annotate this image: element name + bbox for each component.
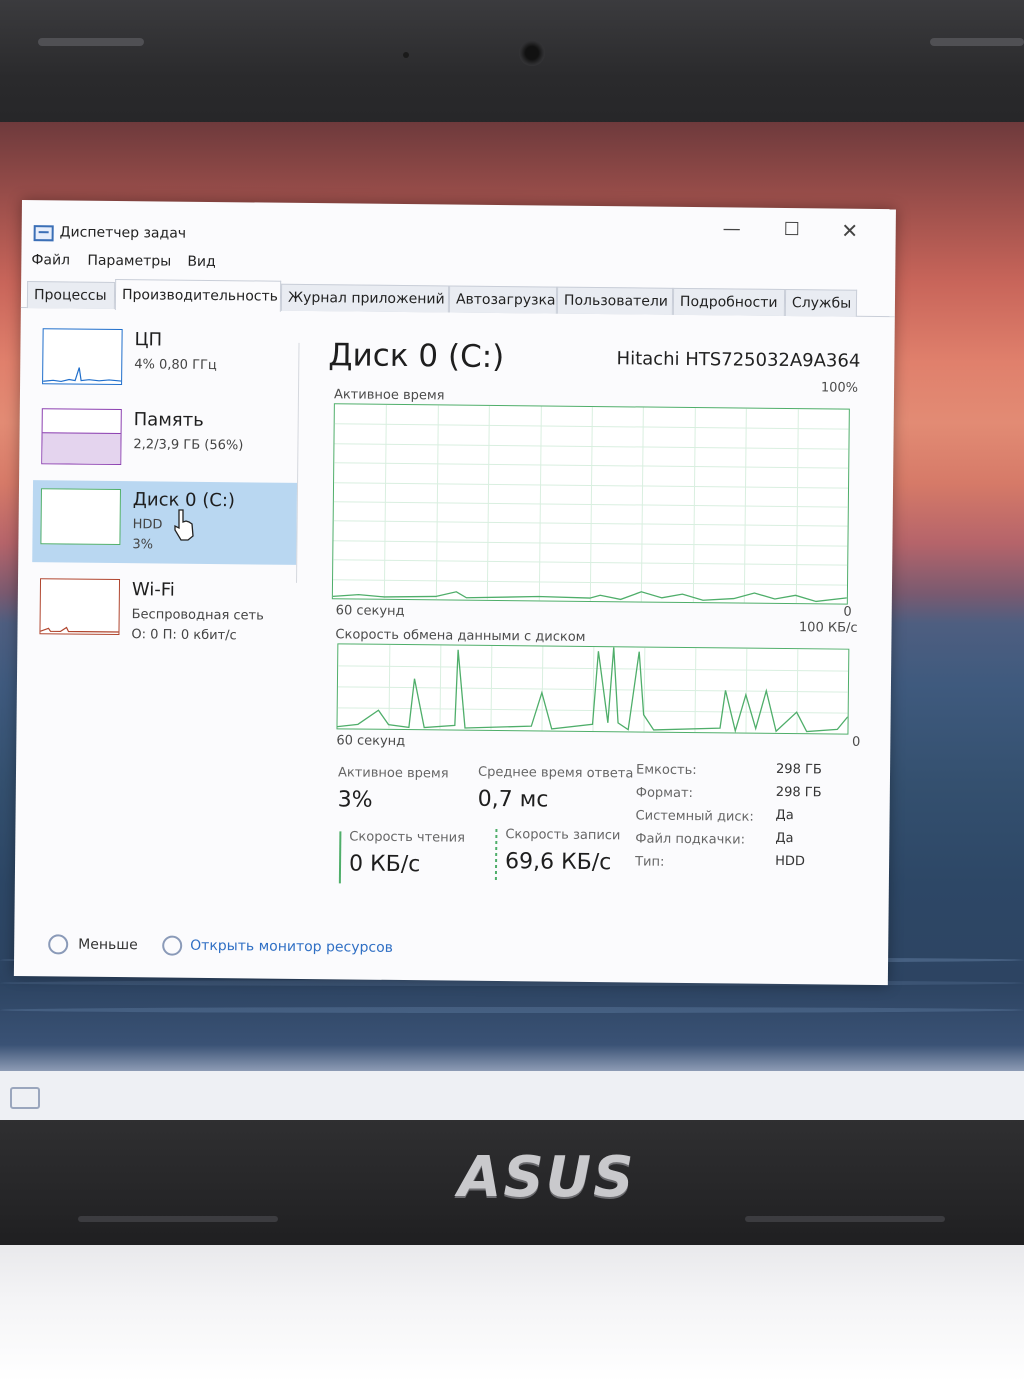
tab-app-history[interactable]: Журнал приложений (280, 283, 450, 313)
cpu-usage: 4% 0,80 ГГц (134, 357, 217, 374)
task-manager-icon (33, 225, 54, 242)
chevron-up-icon[interactable] (48, 934, 69, 955)
read-speed-label: Скорость чтения (349, 829, 466, 846)
resource-list: ЦП 4% 0,80 ГГц Память 2,2/3,9 ГБ (56%) Д… (15, 310, 306, 913)
resource-item-cpu[interactable]: ЦП 4% 0,80 ГГц (34, 320, 299, 405)
window-title: Диспетчер задач (59, 224, 187, 242)
resource-item-wifi[interactable]: Wi-Fi Беспроводная сеть О: 0 П: 0 кбит/с (31, 570, 296, 655)
fewer-details-link[interactable]: Меньше (78, 937, 138, 954)
laptop-base (0, 1245, 1024, 1382)
wifi-thumbnail-line (40, 626, 119, 633)
active-time-graph-canvas (332, 404, 849, 604)
active-time-graph-duration: 60 секунд (335, 603, 405, 620)
system-disk-value: Да (775, 807, 794, 824)
write-speed-label: Скорость записи (505, 827, 621, 844)
memory-name: Память (133, 409, 204, 431)
active-time-value: 3% (337, 787, 373, 813)
footer: Меньше Открыть монитор ресурсов (14, 920, 888, 969)
page-file-value: Да (775, 830, 794, 847)
tab-processes[interactable]: Процессы (26, 281, 116, 309)
laptop-top-bezel (0, 0, 1024, 130)
camera-led (403, 52, 409, 58)
disk-detail-pane: Диск 0 (C:) Hitachi HTS725032A9A364 Акти… (305, 313, 881, 919)
capacity-value: 298 ГБ (775, 761, 822, 778)
active-time-graph-min: 0 (843, 604, 852, 620)
cpu-thumbnail-graph (42, 328, 123, 386)
system-disk-label: Системный диск: (635, 808, 754, 825)
menu-file[interactable]: Файл (31, 252, 70, 268)
maximize-button[interactable]: ☐ (772, 214, 812, 246)
memory-fill (42, 432, 121, 465)
cpu-name: ЦП (134, 329, 163, 351)
transfer-rate-graph-canvas (337, 644, 849, 734)
wallpaper-wave (0, 1007, 1024, 1013)
capacity-label: Емкость: (635, 762, 697, 779)
active-time-graph (331, 403, 850, 605)
disk-model: Hitachi HTS725032A9A364 (616, 348, 861, 372)
tab-services[interactable]: Службы (784, 288, 858, 317)
transfer-graph-duration: 60 секунд (336, 733, 406, 750)
bezel-strip (930, 38, 1024, 46)
resource-monitor-icon[interactable] (162, 935, 183, 956)
write-speed-marker (494, 828, 498, 882)
response-time-value: 0,7 мс (477, 786, 549, 813)
disk-thumbnail-graph (40, 488, 121, 546)
cpu-thumbnail-line (43, 367, 122, 383)
tab-details[interactable]: Подробности (672, 287, 786, 316)
active-time-graph-max: 100% (820, 380, 859, 396)
memory-thumbnail-graph (41, 408, 122, 466)
read-speed-marker (338, 831, 342, 884)
page-file-label: Файл подкачки: (635, 831, 746, 848)
disk-usage: 3% (132, 537, 154, 553)
hand-cursor-icon (174, 509, 194, 541)
transfer-graph-max: 100 КБ/с (798, 620, 858, 636)
active-time-graph-label: Активное время (333, 387, 445, 404)
bezel-strip (745, 1216, 945, 1222)
format-value: 298 ГБ (775, 784, 822, 801)
open-resource-monitor-link[interactable]: Открыть монитор ресурсов (190, 938, 393, 956)
bezel-strip (38, 38, 144, 46)
title-bar[interactable]: Диспетчер задач — ☐ ✕ (22, 200, 896, 253)
transfer-rate-graph (336, 643, 850, 735)
resource-item-memory[interactable]: Память 2,2/3,9 ГБ (56%) (33, 400, 298, 485)
bezel-strip (78, 1216, 278, 1222)
wifi-throughput: О: 0 П: 0 кбит/с (131, 627, 237, 644)
response-time-label: Среднее время ответа (477, 764, 634, 782)
disk-type: HDD (132, 517, 163, 533)
transfer-graph-min: 0 (852, 734, 861, 750)
wifi-thumbnail-graph (39, 578, 121, 636)
type-value: HDD (775, 853, 805, 870)
webcam (519, 40, 545, 66)
active-time-label: Активное время (337, 765, 449, 782)
tab-performance[interactable]: Производительность (114, 278, 282, 312)
close-button[interactable]: ✕ (830, 214, 870, 246)
format-label: Формат: (635, 785, 694, 802)
menu-view[interactable]: Вид (187, 254, 216, 270)
type-label: Тип: (635, 854, 665, 870)
minimize-button[interactable]: — (712, 213, 752, 245)
tab-startup[interactable]: Автозагрузка (448, 285, 558, 314)
task-manager-window: Диспетчер задач — ☐ ✕ Файл Параметры Вид… (13, 200, 896, 986)
menu-options[interactable]: Параметры (87, 253, 171, 270)
read-speed-value: 0 КБ/с (348, 851, 421, 878)
wifi-name: Wi-Fi (131, 579, 175, 601)
tab-users[interactable]: Пользователи (556, 286, 674, 315)
transfer-graph-label: Скорость обмена данными с диском (335, 627, 586, 645)
write-speed-value: 69,6 КБ/с (504, 849, 612, 876)
detail-title: Диск 0 (C:) (328, 337, 505, 376)
wifi-adapter: Беспроводная сеть (131, 607, 264, 624)
resource-item-disk[interactable]: Диск 0 (C:) HDD 3% (32, 480, 298, 565)
brand-logo: ASUS (458, 1145, 636, 1210)
taskbar (0, 1071, 1024, 1125)
taskbar-app-icon[interactable] (10, 1087, 40, 1109)
memory-usage: 2,2/3,9 ГБ (56%) (133, 437, 244, 454)
